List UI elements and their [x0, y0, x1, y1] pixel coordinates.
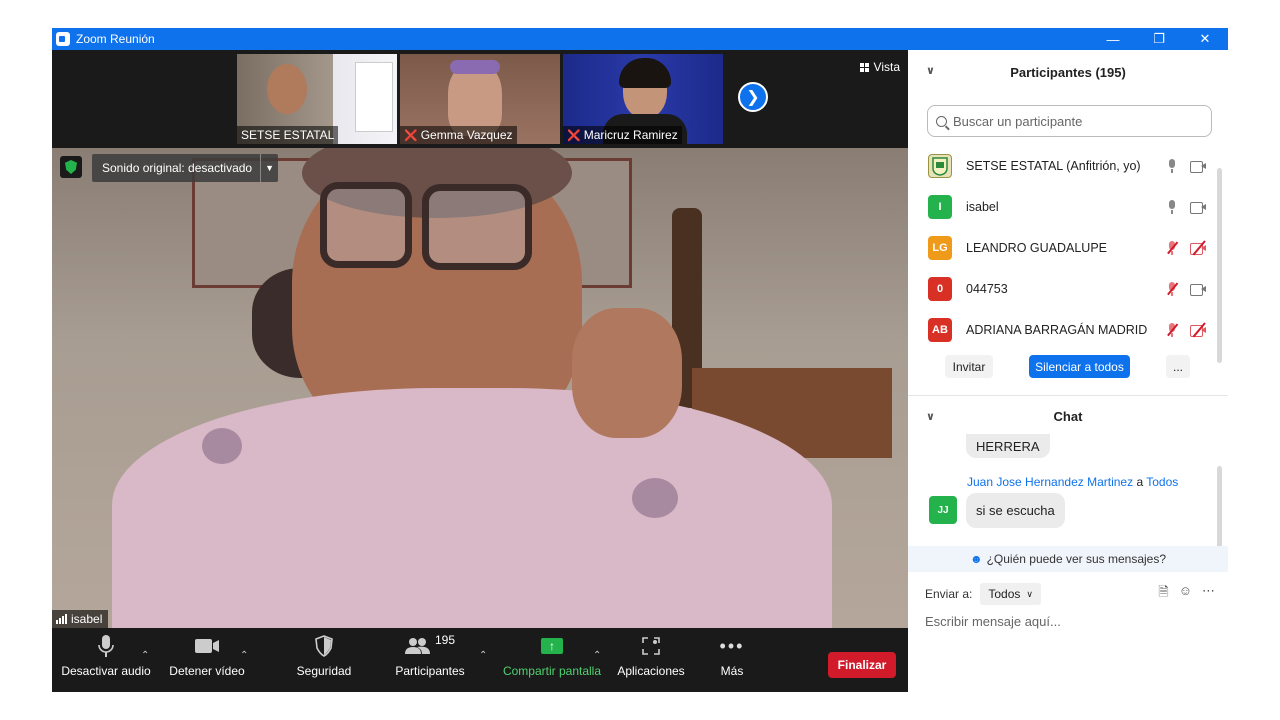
minimize-button[interactable]: —	[1090, 28, 1136, 50]
thumbnail-tile[interactable]: ❌ Gemma Vazquez	[400, 54, 560, 144]
mic-muted-icon: ❌	[567, 129, 581, 142]
shield-icon	[315, 628, 333, 664]
close-button[interactable]: ✕	[1182, 28, 1228, 50]
audio-options-caret[interactable]: ⌃	[141, 650, 149, 661]
microphone-muted-icon	[1166, 240, 1178, 255]
chat-message: si se escucha	[966, 493, 1065, 528]
restore-button[interactable]: ❐	[1136, 28, 1182, 50]
chat-message: HERRERA	[966, 434, 1050, 458]
avatar: I	[928, 194, 952, 219]
chat-header: ∨ Chat	[926, 408, 1083, 424]
send-to-select[interactable]: Todos ∨	[980, 583, 1041, 605]
chat-recipient-link[interactable]: Todos	[1146, 475, 1178, 489]
mute-audio-button[interactable]: Desactivar audio	[61, 628, 151, 692]
next-page-button[interactable]: ❯	[738, 82, 768, 112]
participants-button[interactable]: 195 Participantes	[392, 628, 468, 692]
meeting-toolbar: Desactivar audio ⌃ Detener vídeo ⌃ Segur…	[52, 628, 908, 692]
avatar: 0	[928, 276, 952, 301]
more-options-button[interactable]: ...	[1166, 355, 1190, 378]
more-dots-icon[interactable]: ⋯	[1202, 583, 1215, 605]
end-meeting-button[interactable]: Finalizar	[828, 652, 896, 678]
share-screen-icon: ↑	[541, 628, 563, 664]
view-button[interactable]: Vista	[859, 60, 900, 74]
thumbnail-name: SETSE ESTATAL	[237, 126, 339, 144]
participant-search-input[interactable]: Buscar un participante	[927, 105, 1212, 137]
microphone-muted-icon	[1166, 281, 1178, 296]
send-to-row: Enviar a: Todos ∨ 🗎 ☺ ⋯	[925, 582, 1215, 606]
participants-header: ∨ Participantes (195)	[926, 64, 1126, 80]
stop-video-button[interactable]: Detener vídeo	[166, 628, 248, 692]
side-panel: ∨ Participantes (195) Buscar un particip…	[908, 50, 1228, 692]
participant-row[interactable]: SETSE ESTATAL (Anfitrión, yo)	[908, 145, 1228, 186]
original-sound-toggle[interactable]: Sonido original: desactivado ▼	[92, 154, 279, 182]
speaker-name-tag: isabel	[52, 610, 109, 628]
emoji-icon[interactable]: ☺	[1179, 583, 1192, 605]
participants-icon: 195	[404, 628, 456, 664]
message-visibility-link[interactable]: ☻ ¿Quién puede ver sus mensajes?	[908, 546, 1228, 572]
avatar: AB	[928, 317, 952, 342]
file-icon[interactable]: 🗎	[1158, 583, 1168, 605]
video-camera-icon	[194, 628, 220, 664]
participant-row[interactable]: LG LEANDRO GUADALUPE	[908, 227, 1228, 268]
microphone-icon	[1166, 158, 1178, 173]
share-screen-button[interactable]: ↑ Compartir pantalla	[500, 628, 604, 692]
participant-row[interactable]: I isabel	[908, 186, 1228, 227]
apps-icon	[642, 628, 660, 664]
zoom-logo-icon	[56, 32, 70, 46]
chat-sender-line: Juan Jose Hernandez Martinez a Todos	[967, 475, 1179, 489]
chevron-down-icon: ∨	[1026, 588, 1033, 599]
avatar: LG	[928, 235, 952, 260]
grid-view-icon	[859, 62, 869, 72]
microphone-icon	[98, 628, 114, 664]
video-area: SETSE ESTATAL ❌ Gemma Vazquez ❌ Maricruz R…	[52, 50, 908, 692]
participant-row[interactable]: AB ADRIANA BARRAGÁN MADRID	[908, 309, 1228, 350]
share-options-caret[interactable]: ⌃	[593, 650, 601, 661]
apps-button[interactable]: Aplicaciones	[616, 628, 686, 692]
person-info-icon: ☻	[969, 552, 983, 566]
video-off-icon	[1190, 321, 1206, 337]
signal-strength-icon	[56, 614, 67, 624]
video-camera-icon	[1190, 283, 1206, 296]
security-button[interactable]: Seguridad	[288, 628, 360, 692]
chat-sender-link[interactable]: Juan Jose Hernandez Martinez	[967, 475, 1133, 489]
chat-avatar: JJ	[929, 496, 957, 524]
host-avatar	[928, 153, 952, 178]
active-speaker-video: Sonido original: desactivado ▼ isabel	[52, 148, 908, 628]
chat-message-input[interactable]: Escribir mensaje aquí...	[925, 614, 1215, 636]
participant-count-badge: 195	[434, 633, 456, 647]
chevron-down-icon[interactable]: ∨	[926, 410, 935, 423]
zoom-window: Zoom Reunión — ❐ ✕ SETSE ESTATAL ❌ Gemma …	[52, 28, 1228, 692]
more-dots-icon: •••	[719, 635, 745, 656]
invite-button[interactable]: Invitar	[945, 355, 993, 378]
thumbnail-name: ❌ Gemma Vazquez	[400, 126, 517, 144]
chevron-down-icon[interactable]: ▼	[260, 154, 278, 182]
title-bar: Zoom Reunión — ❐ ✕	[52, 28, 1228, 50]
more-button[interactable]: ••• Más	[702, 628, 762, 692]
mute-all-button[interactable]: Silenciar a todos	[1029, 355, 1130, 378]
window-title: Zoom Reunión	[76, 32, 155, 46]
search-icon	[936, 115, 947, 127]
thumbnail-name: ❌ Maricruz Ramirez	[563, 126, 682, 144]
mic-muted-icon: ❌	[404, 129, 418, 142]
chevron-right-icon: ❯	[746, 89, 760, 106]
microphone-icon	[1166, 199, 1178, 214]
microphone-muted-icon	[1166, 322, 1178, 337]
chevron-down-icon[interactable]: ∨	[926, 64, 935, 77]
encryption-shield-icon[interactable]	[60, 156, 82, 178]
participants-actions: Invitar Silenciar a todos ...	[908, 355, 1228, 381]
participants-list: SETSE ESTATAL (Anfitrión, yo) I isabel L…	[908, 145, 1228, 350]
video-options-caret[interactable]: ⌃	[240, 650, 248, 661]
video-camera-icon	[1190, 160, 1206, 173]
participant-row[interactable]: 0 044753	[908, 268, 1228, 309]
thumbnail-tile[interactable]: ❌ Maricruz Ramirez	[563, 54, 723, 144]
video-off-icon	[1190, 239, 1206, 255]
thumbnail-strip: SETSE ESTATAL ❌ Gemma Vazquez ❌ Maricruz R…	[52, 50, 908, 148]
thumbnail-tile[interactable]: SETSE ESTATAL	[237, 54, 397, 144]
video-camera-icon	[1190, 201, 1206, 214]
participants-options-caret[interactable]: ⌃	[479, 650, 487, 661]
